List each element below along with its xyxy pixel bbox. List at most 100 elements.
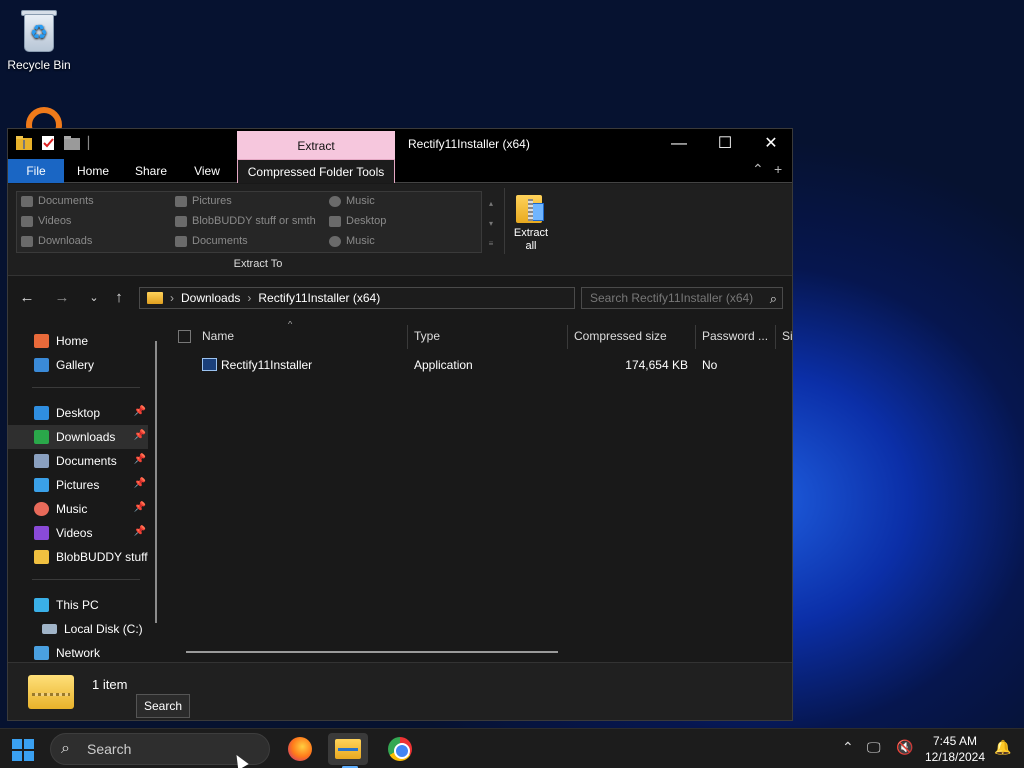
extract-to-videos[interactable]: Videos <box>21 215 71 227</box>
extract-to-music-2[interactable]: Music <box>329 235 375 247</box>
search-tooltip: Search <box>136 694 191 718</box>
extract-all-button[interactable]: Extract all <box>508 189 554 255</box>
computer-icon <box>34 598 49 612</box>
status-bar: 1 item <box>8 662 792 720</box>
pin-icon[interactable]: 📌 <box>134 502 146 513</box>
forward-arrow-icon[interactable]: → <box>52 289 72 306</box>
address-bar[interactable]: › Downloads › Rectify11Installer (x64) ⌄… <box>139 287 698 309</box>
network-icon[interactable]: 🖵 <box>867 739 881 756</box>
nav-item-gallery[interactable]: Gallery <box>8 353 148 377</box>
show-hidden-icons-chevron-icon[interactable]: ⌃ <box>842 739 854 756</box>
nav-item-videos[interactable]: Videos 📌 <box>8 521 148 545</box>
notification-bell-icon[interactable]: 🔔 <box>994 739 1011 756</box>
select-all-checkbox[interactable] <box>178 330 191 343</box>
extract-to-downloads[interactable]: Downloads <box>21 235 92 247</box>
file-name[interactable]: Rectify11Installer <box>221 353 312 377</box>
tab-view[interactable]: View <box>184 159 230 183</box>
ribbon-panel: Documents Pictures Music Videos BlobBUDD… <box>8 184 792 276</box>
home-icon <box>34 334 49 348</box>
properties-icon[interactable] <box>40 136 56 150</box>
tab-share[interactable]: Share <box>126 159 176 183</box>
file-list: ^ Name Type Compressed size Password ...… <box>166 321 792 663</box>
extract-all-icon <box>516 189 546 223</box>
pin-icon[interactable]: 📌 <box>134 526 146 537</box>
extract-to-music[interactable]: Music <box>329 195 375 207</box>
column-header-size[interactable]: Si <box>782 321 792 351</box>
recycle-bin-icon: ♻ <box>20 8 58 52</box>
nav-item-desktop[interactable]: Desktop 📌 <box>8 401 148 425</box>
maximize-button[interactable]: ☐ <box>702 129 748 159</box>
taskbar-file-explorer[interactable] <box>328 733 368 765</box>
zip-folder-icon <box>147 292 163 304</box>
pin-icon[interactable]: 📌 <box>134 454 146 465</box>
breadcrumb-downloads[interactable]: Downloads <box>181 291 240 305</box>
documents-icon <box>175 235 187 247</box>
extract-to-documents-2[interactable]: Documents <box>175 235 248 247</box>
column-header-compressed-size[interactable]: Compressed size <box>574 321 667 351</box>
pin-icon[interactable]: 📌 <box>134 478 146 489</box>
new-folder-icon[interactable] <box>64 136 80 150</box>
breadcrumb-current[interactable]: Rectify11Installer (x64) <box>258 291 380 305</box>
extract-all-label: Extract all <box>513 227 549 252</box>
music-icon <box>34 502 49 516</box>
item-count: 1 item <box>92 677 128 692</box>
file-type: Application <box>414 358 473 372</box>
extract-context-header: Extract <box>237 131 395 159</box>
gallery-scroll[interactable]: ▴ ▾ ≡ <box>486 194 496 254</box>
tab-compressed-folder-tools[interactable]: Compressed Folder Tools <box>237 159 395 183</box>
search-input[interactable]: Search Rectify11Installer (x64) ⌕ <box>581 287 783 309</box>
taskbar-chrome[interactable] <box>380 733 420 765</box>
recycle-bin-label: Recycle Bin <box>7 58 71 72</box>
tab-file[interactable]: File <box>8 159 64 183</box>
drive-icon <box>42 624 57 634</box>
zip-folder-icon <box>28 675 74 709</box>
address-row: ← → ⌄ ↑ › Downloads › Rectify11Installer… <box>8 277 792 321</box>
nav-item-local-disk[interactable]: Local Disk (C:) <box>8 617 148 641</box>
column-header-type[interactable]: Type <box>414 321 440 351</box>
extract-to-desktop[interactable]: Desktop <box>329 215 386 227</box>
nav-item-this-pc[interactable]: This PC <box>8 593 148 617</box>
recycle-bin-desktop-icon[interactable]: ♻ Recycle Bin <box>4 6 74 72</box>
pin-icon[interactable]: 📌 <box>134 430 146 441</box>
tab-home[interactable]: Home <box>68 159 118 183</box>
folder-icon <box>34 550 49 564</box>
extract-to-documents[interactable]: Documents <box>21 195 94 207</box>
gallery-icon <box>34 358 49 372</box>
extract-to-group-label: Extract To <box>233 258 283 270</box>
up-arrow-icon[interactable]: ↑ <box>109 289 129 306</box>
nav-item-music[interactable]: Music 📌 <box>8 497 148 521</box>
network-icon <box>34 646 49 660</box>
start-button[interactable] <box>12 739 34 761</box>
back-arrow-icon[interactable]: ← <box>17 289 37 306</box>
pin-icon[interactable]: 📌 <box>134 406 146 417</box>
nav-item-blobbuddy[interactable]: BlobBUDDY stuff <box>8 545 158 569</box>
nav-item-home[interactable]: Home <box>8 329 148 353</box>
customize-toolbar-icon[interactable]: ▏ <box>88 136 97 150</box>
nav-scrollbar[interactable] <box>155 341 157 623</box>
help-icon[interactable]: + <box>774 161 782 177</box>
horizontal-scrollbar[interactable] <box>186 651 558 653</box>
nav-item-documents[interactable]: Documents 📌 <box>8 449 148 473</box>
nav-item-downloads[interactable]: Downloads 📌 <box>8 425 148 449</box>
extract-to-pictures[interactable]: Pictures <box>175 195 232 207</box>
extract-to-blobbuddy[interactable]: BlobBUDDY stuff or smth <box>175 215 316 227</box>
close-button[interactable]: ✕ <box>748 129 794 159</box>
title-bar[interactable]: ▏ Extract Rectify11Installer (x64) — ☐ ✕ <box>8 129 792 159</box>
recent-locations-chevron-icon[interactable]: ⌄ <box>84 291 104 304</box>
nav-item-network[interactable]: Network <box>8 641 148 663</box>
volume-muted-icon[interactable]: 🔇 <box>896 739 913 756</box>
taskbar-firefox[interactable] <box>280 733 320 765</box>
navigation-pane: Home Gallery Desktop 📌 Downloads 📌 Documen… <box>8 321 160 663</box>
column-header-name[interactable]: Name <box>202 321 234 351</box>
file-explorer-window: ▏ Extract Rectify11Installer (x64) — ☐ ✕… <box>7 128 793 721</box>
folder-icon <box>175 215 187 227</box>
nav-item-pictures[interactable]: Pictures 📌 <box>8 473 148 497</box>
column-header-password[interactable]: Password ... <box>702 321 768 351</box>
system-clock[interactable]: 7:45 AM 12/18/2024 <box>918 733 992 765</box>
file-explorer-icon <box>335 739 361 759</box>
search-icon: ⌕ <box>61 740 70 757</box>
search-icon: ⌕ <box>769 291 777 306</box>
minimize-button[interactable]: — <box>656 129 702 159</box>
file-password: No <box>702 358 718 372</box>
collapse-ribbon-icon[interactable]: ⌃ <box>752 161 764 178</box>
